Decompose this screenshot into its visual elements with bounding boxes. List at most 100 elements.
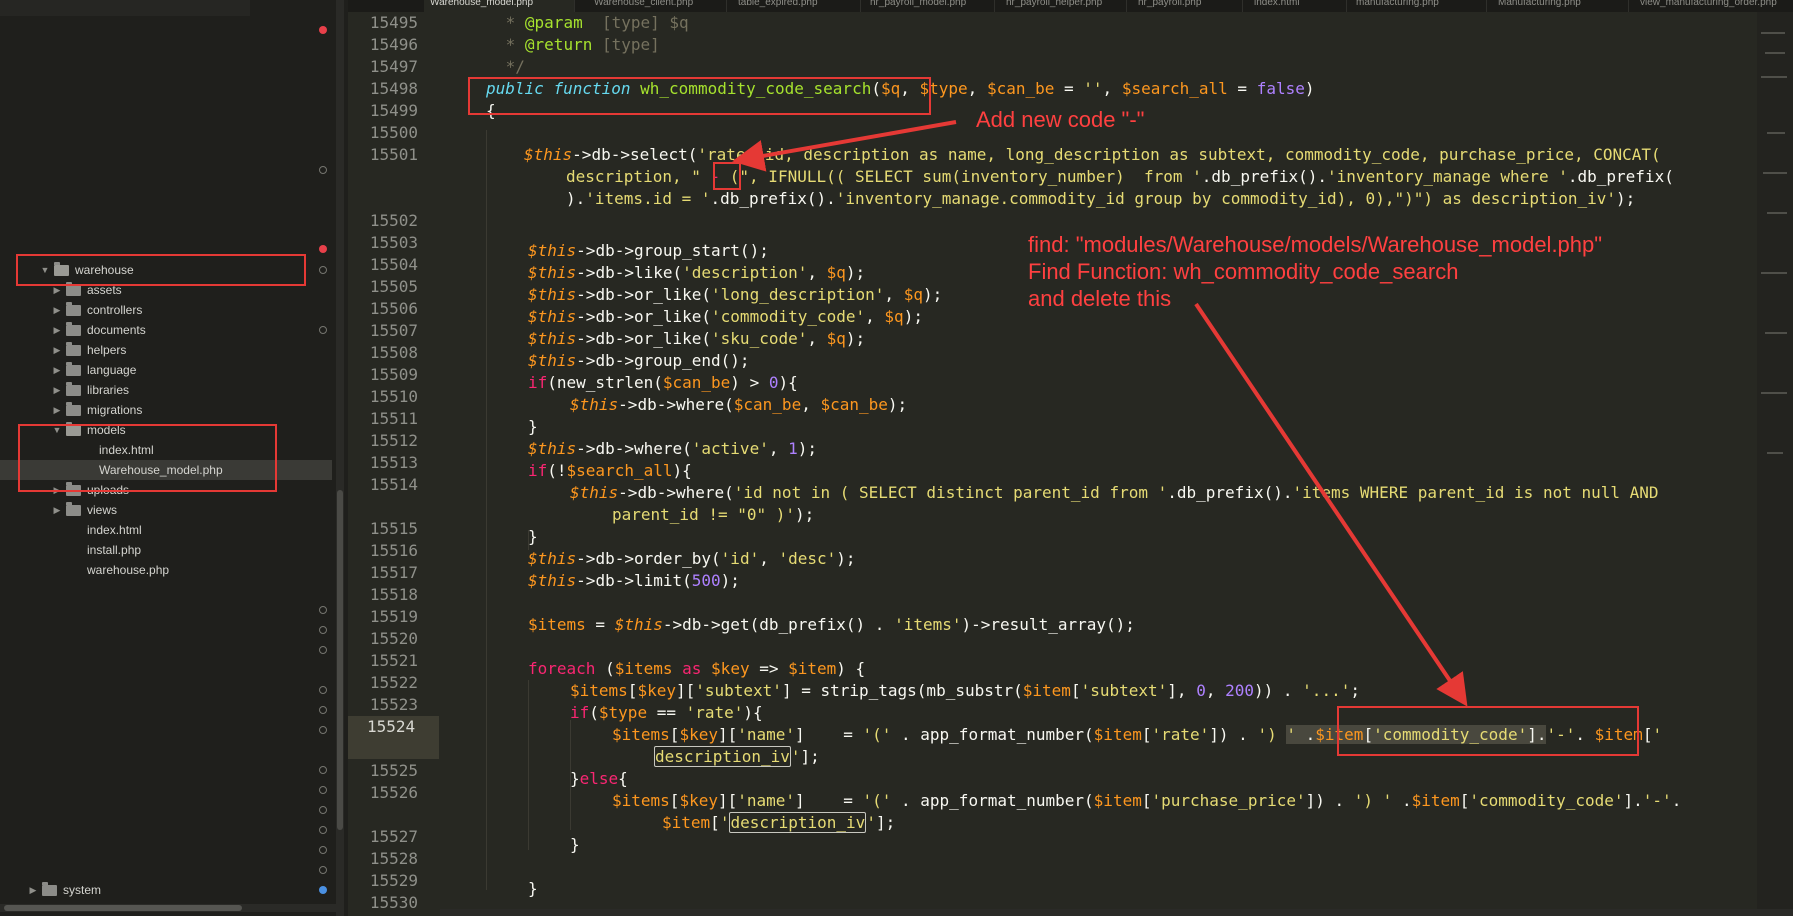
tree-folder-libraries[interactable]: ▶ libraries <box>0 380 332 400</box>
folder-icon <box>66 342 81 356</box>
status-dot-icon <box>319 166 327 174</box>
tab-warehouse-client[interactable]: Warehouse_client.php <box>588 0 727 12</box>
collapse-arrow-icon[interactable]: ▶ <box>52 400 62 420</box>
sidebar-scroll-thumb[interactable] <box>337 490 343 830</box>
tree-item-label: views <box>87 503 118 517</box>
code-line: $items[$key]['subtext'] = strip_tags(mb_… <box>570 681 1360 700</box>
tree-item-label: documents <box>87 323 146 337</box>
collapse-arrow-icon[interactable]: ▶ <box>28 880 38 900</box>
tab-bar: Warehouse_model.php Warehouse_client.php… <box>348 0 1793 12</box>
sidebar-hscroll-thumb[interactable] <box>4 905 242 911</box>
indent-guide <box>486 130 487 890</box>
minimap-line <box>1767 452 1783 454</box>
tab-view-manufacturing-order[interactable]: view_manufacturing_order.php <box>1634 0 1793 12</box>
line-number: 15501 <box>369 145 418 164</box>
tab-index-html[interactable]: index.html <box>1248 0 1347 12</box>
status-dot-icon <box>319 806 327 814</box>
code-line: $this->db->where($can_be, $can_be); <box>570 395 908 414</box>
collapse-arrow-icon[interactable]: ▶ <box>52 320 62 340</box>
tree-folder-language[interactable]: ▶ language <box>0 360 332 380</box>
folder-icon <box>66 282 81 296</box>
status-dot-icon <box>319 626 327 634</box>
tab-label: Manufacturing.php <box>1498 0 1581 8</box>
annotation-add-code: Add new code "-" <box>976 107 1145 132</box>
code-line: if(new_strlen($can_be) > 0){ <box>528 373 798 392</box>
code-line: ).'items.id = '.db_prefix().'inventory_m… <box>566 189 1636 208</box>
modified-dot-icon <box>319 245 327 253</box>
line-number: 15530 <box>369 893 418 912</box>
line-number: 15514 <box>369 475 418 494</box>
collapse-arrow-icon[interactable]: ▶ <box>52 380 62 400</box>
code-line: }else{ <box>570 769 628 788</box>
tree-folder-controllers[interactable]: ▶ controllers <box>0 300 332 320</box>
tab-label: hr_payroll_helper.php <box>1006 0 1103 8</box>
line-number: 15512 <box>369 431 418 450</box>
status-dot-icon <box>319 846 327 854</box>
status-dot-icon <box>319 646 327 654</box>
code-line: $this->db->limit(500); <box>528 571 740 590</box>
tree-folder-migrations[interactable]: ▶ migrations <box>0 400 332 420</box>
tab-warehouse-model[interactable]: Warehouse_model.php <box>424 0 575 12</box>
tree-item-label: migrations <box>87 403 143 417</box>
line-number: 15519 <box>369 607 418 626</box>
tab-manufacturing[interactable]: manufacturing.php <box>1350 0 1487 12</box>
code-line: } <box>528 527 538 546</box>
annotation-find-file: find: "modules/Warehouse/models/Warehous… <box>1028 232 1603 257</box>
editor-horizontal-scrollbar[interactable] <box>440 909 1793 916</box>
collapse-arrow-icon[interactable]: ▶ <box>52 500 62 520</box>
line-number: 15504 <box>369 255 418 274</box>
code-line: } <box>528 417 538 436</box>
tree-item-label: libraries <box>87 383 130 397</box>
code-line: $this->db->or_like('commodity_code', $q)… <box>528 307 923 326</box>
annotation-find-function: Find Function: wh_commodity_code_search <box>1028 259 1459 284</box>
tree-file-index-html-root[interactable]: index.html <box>0 520 332 540</box>
line-number: 15507 <box>369 321 418 340</box>
minimap-line <box>1767 212 1787 214</box>
annotation-box-function-signature <box>468 77 931 115</box>
code-line: * @param [type] $q <box>496 13 689 32</box>
tree-file-warehouse-php[interactable]: warehouse.php <box>0 560 332 580</box>
code-line: $this->db->select('rate, id, description… <box>524 145 1661 164</box>
tree-item-label: install.php <box>87 543 142 557</box>
folder-icon <box>42 882 57 896</box>
code-line: $this->db->group_end(); <box>528 351 750 370</box>
tab-manufacturing-controller[interactable]: Manufacturing.php <box>1492 0 1629 12</box>
tab-label: Warehouse_model.php <box>430 0 534 8</box>
folder-icon <box>66 502 81 516</box>
tab-hr-payroll-helper[interactable]: hr_payroll_helper.php <box>1000 0 1127 12</box>
line-number: 15503 <box>369 233 418 252</box>
status-dot-icon <box>319 786 327 794</box>
sidebar-header <box>0 0 250 16</box>
code-line: $items[$key]['name'] = '(' . app_format_… <box>612 791 1682 810</box>
code-line: $this->db->order_by('id', 'desc'); <box>528 549 856 568</box>
tree-item-label: warehouse.php <box>87 563 170 577</box>
collapse-arrow-icon[interactable]: ▶ <box>52 340 62 360</box>
minimap-line <box>1765 52 1785 54</box>
tab-label: Warehouse_client.php <box>594 0 694 8</box>
minimap-line <box>1761 392 1787 394</box>
tree-folder-documents[interactable]: ▶ documents <box>0 320 332 340</box>
indent-guide <box>528 680 529 850</box>
collapse-arrow-icon[interactable]: ▶ <box>52 360 62 380</box>
annotation-delete-this: and delete this <box>1028 286 1172 311</box>
tree-folder-system[interactable]: ▶ system <box>0 880 332 900</box>
tree-folder-helpers[interactable]: ▶ helpers <box>0 340 332 360</box>
collapse-arrow-icon[interactable]: ▶ <box>52 300 62 320</box>
minimap[interactable] <box>1757 12 1793 916</box>
code-line: if(!$search_all){ <box>528 461 692 480</box>
status-dot-icon <box>319 326 327 334</box>
code-line: $item['description_iv']; <box>662 812 896 833</box>
code-line: */ <box>496 57 525 76</box>
annotation-box-models-folder <box>18 424 277 492</box>
line-number: 15528 <box>369 849 418 868</box>
tree-folder-views[interactable]: ▶ views <box>0 500 332 520</box>
code-line: $this->db->group_start(); <box>528 241 769 260</box>
status-dot-icon <box>319 886 327 894</box>
tab-table-expired[interactable]: table_expired.php <box>732 0 861 12</box>
minimap-line <box>1761 32 1785 34</box>
tab-hr-payroll[interactable]: hr_payroll.php <box>1132 0 1243 12</box>
line-number: 15498 <box>369 79 418 98</box>
tree-item-label: controllers <box>87 303 143 317</box>
tab-hr-payroll-model[interactable]: hr_payroll_model.php <box>864 0 995 12</box>
tree-file-install-php[interactable]: install.php <box>0 540 332 560</box>
